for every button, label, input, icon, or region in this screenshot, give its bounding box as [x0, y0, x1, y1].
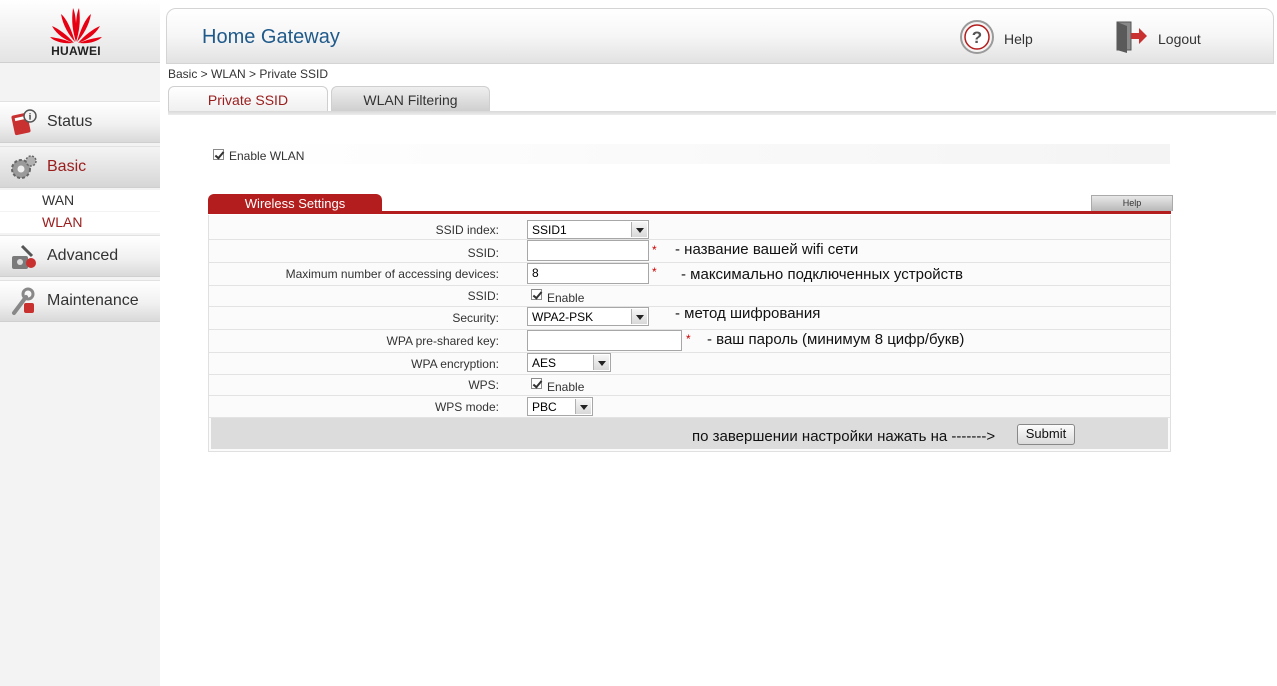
sidebar-subitem-label: WAN	[42, 192, 75, 208]
status-icon: i	[11, 109, 37, 136]
sidebar-item-label: Status	[47, 113, 93, 130]
wps-label: WPS:	[468, 378, 499, 392]
enable-wlan-label: Enable WLAN	[229, 149, 305, 163]
tab-wlan-filtering[interactable]: WLAN Filtering	[331, 86, 490, 111]
help-link[interactable]: Help	[1004, 31, 1033, 47]
max-devices-value: 8	[532, 266, 539, 280]
max-devices-label: Maximum number of accessing devices:	[285, 267, 499, 281]
ssid-enable-label: SSID:	[467, 289, 499, 303]
logo-text: HUAWEI	[51, 44, 101, 58]
ssid-index-label: SSID index:	[435, 223, 499, 237]
required-marker: *	[652, 265, 657, 279]
wpa-encryption-row: WPA encryption: AES	[209, 353, 1170, 375]
wps-enable-checkbox[interactable]	[531, 378, 542, 389]
ssid-index-value: SSID1	[532, 223, 567, 237]
chevron-down-icon	[631, 222, 647, 237]
wps-mode-row: WPS mode: PBC	[209, 396, 1170, 418]
ssid-enable-checkbox[interactable]	[531, 289, 542, 300]
wireless-settings-table: SSID index: SSID1 SSID: * - название ваш…	[208, 215, 1171, 452]
max-devices-note: - максимально подключенных устройств	[681, 266, 964, 283]
help-icon[interactable]: ?	[959, 19, 995, 55]
section-divider	[208, 211, 1171, 214]
security-select[interactable]: WPA2-PSK	[527, 307, 649, 326]
sidebar-item-label: Advanced	[47, 247, 119, 264]
security-note: - метод шифрования	[675, 305, 821, 322]
tab-divider	[168, 111, 1276, 115]
huawei-logo-icon	[50, 8, 102, 44]
wps-enable-checkbox-label: Enable	[547, 380, 585, 394]
ssid-index-row: SSID index: SSID1	[209, 217, 1170, 240]
gear-icon	[11, 155, 37, 179]
submit-button[interactable]: Submit	[1017, 424, 1075, 445]
chevron-down-icon	[593, 355, 609, 370]
chevron-down-icon	[575, 399, 591, 414]
enable-wlan-row: Enable WLAN	[208, 144, 1170, 164]
ssid-enable-checkbox-label: Enable	[547, 291, 585, 305]
sidebar-subitem-wlan[interactable]: WLAN	[0, 212, 160, 233]
logout-icon[interactable]	[1113, 19, 1149, 53]
submit-row: по завершении настройки нажать на ------…	[211, 418, 1168, 449]
tab-private-ssid[interactable]: Private SSID	[168, 86, 328, 111]
required-marker: *	[686, 332, 691, 346]
enable-wlan-checkbox[interactable]	[213, 149, 224, 160]
sidebar-item-maintenance[interactable]: Maintenance	[0, 280, 160, 322]
wps-row: WPS: Enable	[209, 375, 1170, 396]
wireless-settings-help-button[interactable]: Help	[1091, 195, 1173, 211]
ssid-label: SSID:	[467, 246, 499, 260]
breadcrumb: Basic > WLAN > Private SSID	[168, 67, 329, 81]
sidebar-subitem-wan[interactable]: WAN	[0, 190, 160, 211]
sidebar: HUAWEI i Status Basic WAN WLAN Advanced	[0, 0, 160, 686]
advanced-icon	[12, 244, 36, 269]
header: Home Gateway ? Help Logout	[166, 8, 1274, 64]
sidebar-subitem-label: WLAN	[42, 214, 83, 230]
wps-mode-value: PBC	[532, 400, 557, 414]
max-devices-row: Maximum number of accessing devices: 8 *…	[209, 263, 1170, 286]
sidebar-item-advanced[interactable]: Advanced	[0, 235, 160, 277]
ssid-enable-row: SSID: Enable	[209, 286, 1170, 307]
security-row: Security: WPA2-PSK - метод шифрования	[209, 305, 1170, 330]
security-value: WPA2-PSK	[532, 310, 594, 324]
submit-note: по завершении настройки нажать на ------…	[692, 428, 996, 445]
maintenance-icon	[12, 287, 35, 315]
wpa-key-label: WPA pre-shared key:	[386, 334, 500, 348]
required-marker: *	[652, 243, 657, 257]
wps-mode-label: WPS mode:	[434, 400, 499, 414]
ssid-input[interactable]	[527, 240, 649, 261]
wpa-key-input[interactable]	[527, 330, 682, 351]
logo: HUAWEI	[0, 0, 160, 63]
ssid-note: - название вашей wifi сети	[675, 241, 859, 258]
wpa-encryption-value: AES	[532, 356, 557, 370]
svg-text:?: ?	[972, 28, 982, 47]
sidebar-item-label: Basic	[47, 158, 87, 175]
sidebar-item-label: Maintenance	[47, 292, 139, 309]
wpa-key-note: - ваш пароль (минимум 8 цифр/букв)	[707, 331, 965, 348]
wpa-encryption-label: WPA encryption:	[411, 357, 499, 371]
page-title: Home Gateway	[202, 26, 340, 48]
ssid-index-select[interactable]: SSID1	[527, 220, 649, 239]
ssid-row: SSID: * - название вашей wifi сети	[209, 240, 1170, 263]
security-label: Security:	[452, 311, 499, 325]
wpa-encryption-select[interactable]: AES	[527, 353, 611, 372]
wireless-settings-title: Wireless Settings	[208, 194, 382, 212]
max-devices-input[interactable]: 8	[527, 263, 649, 284]
logout-link[interactable]: Logout	[1158, 31, 1201, 47]
wps-mode-select[interactable]: PBC	[527, 397, 593, 416]
chevron-down-icon	[631, 309, 647, 324]
sidebar-item-status[interactable]: i Status	[0, 101, 160, 143]
wpa-key-row: WPA pre-shared key: * - ваш пароль (мини…	[209, 330, 1170, 353]
sidebar-item-basic[interactable]: Basic	[0, 146, 160, 188]
